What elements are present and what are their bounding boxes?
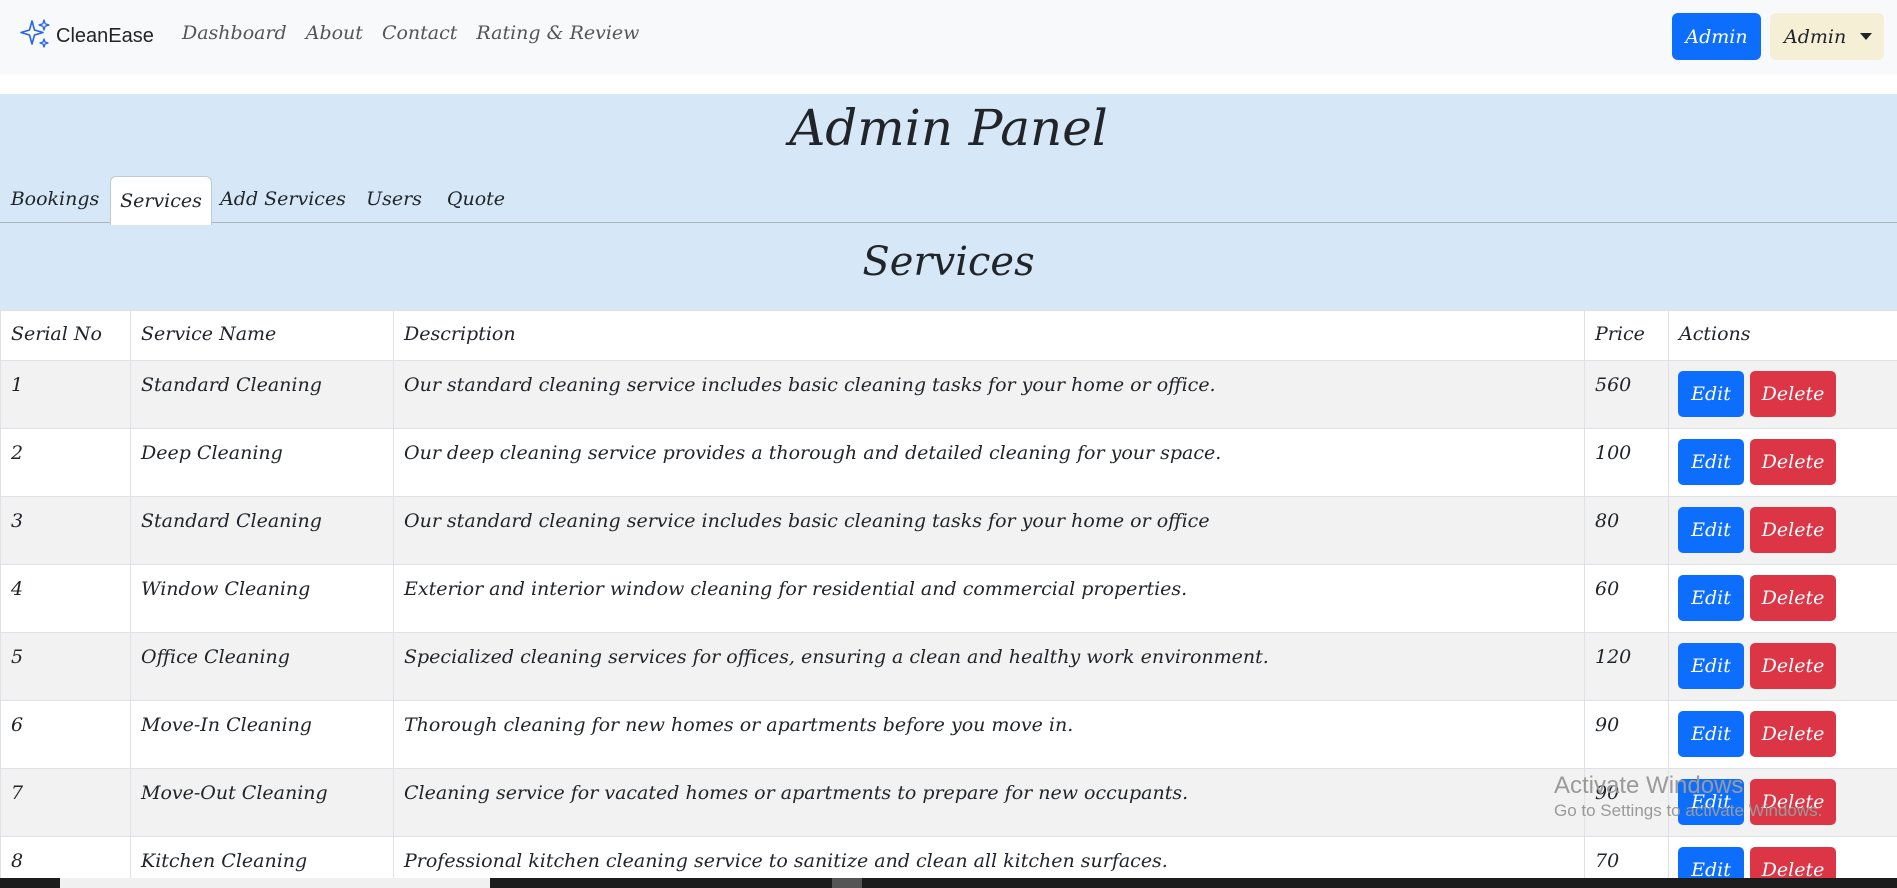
cell-description: Our deep cleaning service provides a tho… xyxy=(393,428,1585,497)
cell-price: 70 xyxy=(1584,836,1669,878)
cell-description: Our standard cleaning service includes b… xyxy=(393,496,1585,565)
watermark-subtitle: Go to Settings to activate Windows. xyxy=(1554,801,1823,820)
cell-description: Our standard cleaning service includes b… xyxy=(393,360,1585,429)
table-row: 3 Standard Cleaning Our standard cleanin… xyxy=(0,496,1897,565)
cell-serial: 5 xyxy=(0,632,131,701)
table-row: 4 Window Cleaning Exterior and interior … xyxy=(0,564,1897,633)
cell-serial: 2 xyxy=(0,428,131,497)
tab-users[interactable]: Users xyxy=(360,176,428,222)
tab-services[interactable]: Services xyxy=(110,176,212,225)
header-description: Description xyxy=(393,310,1585,361)
nav-links: Dashboard About Contact Rating & Review xyxy=(182,22,658,44)
cell-price: 560 xyxy=(1584,360,1669,429)
cell-description: Thorough cleaning for new homes or apart… xyxy=(393,700,1585,769)
cell-actions: Edit Delete xyxy=(1668,496,1897,565)
watermark-title: Activate Windows xyxy=(1554,772,1744,799)
delete-button[interactable]: Delete xyxy=(1750,371,1836,417)
admin-button[interactable]: Admin xyxy=(1672,13,1761,60)
cell-service-name: Window Cleaning xyxy=(130,564,394,633)
header-actions: Actions xyxy=(1668,310,1897,361)
delete-button[interactable]: Delete xyxy=(1750,575,1836,621)
edit-button[interactable]: Edit xyxy=(1678,643,1744,689)
cell-actions: Edit Delete xyxy=(1668,564,1897,633)
edit-button[interactable]: Edit xyxy=(1678,711,1744,757)
delete-button[interactable]: Delete xyxy=(1750,847,1836,878)
cell-description: Exterior and interior window cleaning fo… xyxy=(393,564,1585,633)
cell-description: Professional kitchen cleaning service to… xyxy=(393,836,1585,878)
edit-button[interactable]: Edit xyxy=(1678,507,1744,553)
section-title: Services xyxy=(862,239,1035,285)
cell-price: 90 xyxy=(1584,700,1669,769)
brand-name: CleanEase xyxy=(56,24,154,47)
header-serial: Serial No xyxy=(0,310,131,361)
edit-button[interactable]: Edit xyxy=(1678,847,1744,878)
cell-description: Cleaning service for vacated homes or ap… xyxy=(393,768,1585,837)
admin-dropdown[interactable]: Admin xyxy=(1770,13,1884,60)
sparkles-icon xyxy=(18,17,52,55)
cell-serial: 7 xyxy=(0,768,131,837)
table-row: 1 Standard Cleaning Our standard cleanin… xyxy=(0,360,1897,429)
cell-service-name: Deep Cleaning xyxy=(130,428,394,497)
taskbar-app-icon[interactable] xyxy=(832,878,862,888)
tab-bookings[interactable]: Bookings xyxy=(6,176,104,222)
page-title: Admin Panel xyxy=(789,99,1108,157)
cell-actions: Edit Delete xyxy=(1668,360,1897,429)
header-price: Price xyxy=(1584,310,1669,361)
nav-link-rating-review[interactable]: Rating & Review xyxy=(476,22,639,44)
edit-button[interactable]: Edit xyxy=(1678,575,1744,621)
cell-serial: 1 xyxy=(0,360,131,429)
nav-link-dashboard[interactable]: Dashboard xyxy=(182,22,287,44)
admin-dropdown-label: Admin xyxy=(1784,25,1847,48)
brand[interactable]: CleanEase xyxy=(18,18,154,54)
cell-service-name: Kitchen Cleaning xyxy=(130,836,394,878)
delete-button[interactable]: Delete xyxy=(1750,507,1836,553)
cell-service-name: Office Cleaning xyxy=(130,632,394,701)
cell-serial: 3 xyxy=(0,496,131,565)
table-header-row: Serial No Service Name Description Price… xyxy=(0,310,1897,361)
table-row: 5 Office Cleaning Specialized cleaning s… xyxy=(0,632,1897,701)
activation-watermark: Activate Windows Go to Settings to activ… xyxy=(1554,772,1822,822)
table-row: 2 Deep Cleaning Our deep cleaning servic… xyxy=(0,428,1897,497)
cell-service-name: Move-Out Cleaning xyxy=(130,768,394,837)
cell-actions: Edit Delete xyxy=(1668,836,1897,878)
tab-add-services[interactable]: Add Services xyxy=(216,176,350,222)
nav-link-about[interactable]: About xyxy=(306,22,363,44)
taskbar xyxy=(0,878,1897,888)
cell-actions: Edit Delete xyxy=(1668,700,1897,769)
tab-quote[interactable]: Quote xyxy=(440,176,512,222)
nav-link-contact[interactable]: Contact xyxy=(382,22,457,44)
navbar: CleanEase Dashboard About Contact Rating… xyxy=(0,0,1897,74)
table-row: 8 Kitchen Cleaning Professional kitchen … xyxy=(0,836,1897,878)
delete-button[interactable]: Delete xyxy=(1750,439,1836,485)
edit-button[interactable]: Edit xyxy=(1678,439,1744,485)
cell-actions: Edit Delete xyxy=(1668,428,1897,497)
cell-price: 120 xyxy=(1584,632,1669,701)
cell-service-name: Move-In Cleaning xyxy=(130,700,394,769)
tab-bar: Bookings Services Add Services Users Quo… xyxy=(0,176,1897,225)
header-service-name: Service Name xyxy=(130,310,394,361)
delete-button[interactable]: Delete xyxy=(1750,711,1836,757)
cell-serial: 8 xyxy=(0,836,131,878)
cell-service-name: Standard Cleaning xyxy=(130,496,394,565)
admin-panel: Admin Panel Bookings Services Add Servic… xyxy=(0,94,1897,310)
delete-button[interactable]: Delete xyxy=(1750,643,1836,689)
edit-button[interactable]: Edit xyxy=(1678,371,1744,417)
caret-down-icon xyxy=(1860,33,1873,40)
cell-price: 80 xyxy=(1584,496,1669,565)
cell-service-name: Standard Cleaning xyxy=(130,360,394,429)
cell-description: Specialized cleaning services for office… xyxy=(393,632,1585,701)
cell-serial: 6 xyxy=(0,700,131,769)
cell-price: 60 xyxy=(1584,564,1669,633)
cell-price: 100 xyxy=(1584,428,1669,497)
taskbar-search[interactable] xyxy=(60,878,490,888)
cell-serial: 4 xyxy=(0,564,131,633)
table-row: 6 Move-In Cleaning Thorough cleaning for… xyxy=(0,700,1897,769)
cell-actions: Edit Delete xyxy=(1668,632,1897,701)
